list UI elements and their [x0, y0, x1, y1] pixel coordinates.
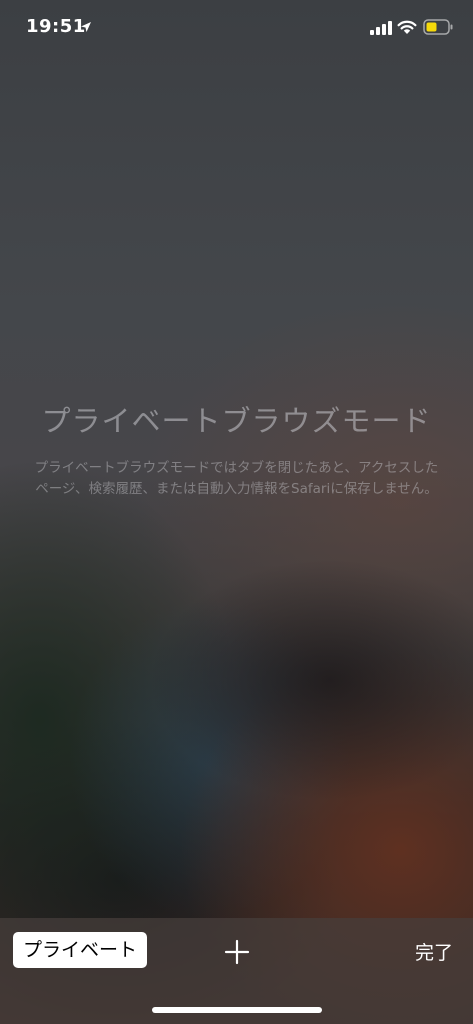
status-time: 19:51: [26, 16, 86, 37]
cellular-signal-icon: [370, 21, 392, 35]
private-mode-description: プライベートブラウズモードではタブを閉じたあと、アクセスしたページ、検索履歴、ま…: [34, 460, 439, 497]
home-indicator[interactable]: [152, 1007, 322, 1013]
battery-icon: [423, 19, 453, 35]
location-arrow-icon: [81, 22, 91, 32]
bottom-toolbar: プライベート 完了: [0, 918, 473, 1024]
private-mode-title: プライベートブラウズモード: [41, 404, 432, 438]
status-bar: 19:51: [0, 0, 473, 60]
safari-private-tabs-screen: 19:51 プライベートブラウズモード プライベートブラウズモードではタブを閉じ…: [0, 0, 473, 1024]
wifi-icon: [397, 20, 417, 34]
plus-icon[interactable]: [219, 934, 255, 970]
done-button[interactable]: 完了: [415, 938, 453, 965]
private-button[interactable]: プライベート: [13, 932, 147, 968]
